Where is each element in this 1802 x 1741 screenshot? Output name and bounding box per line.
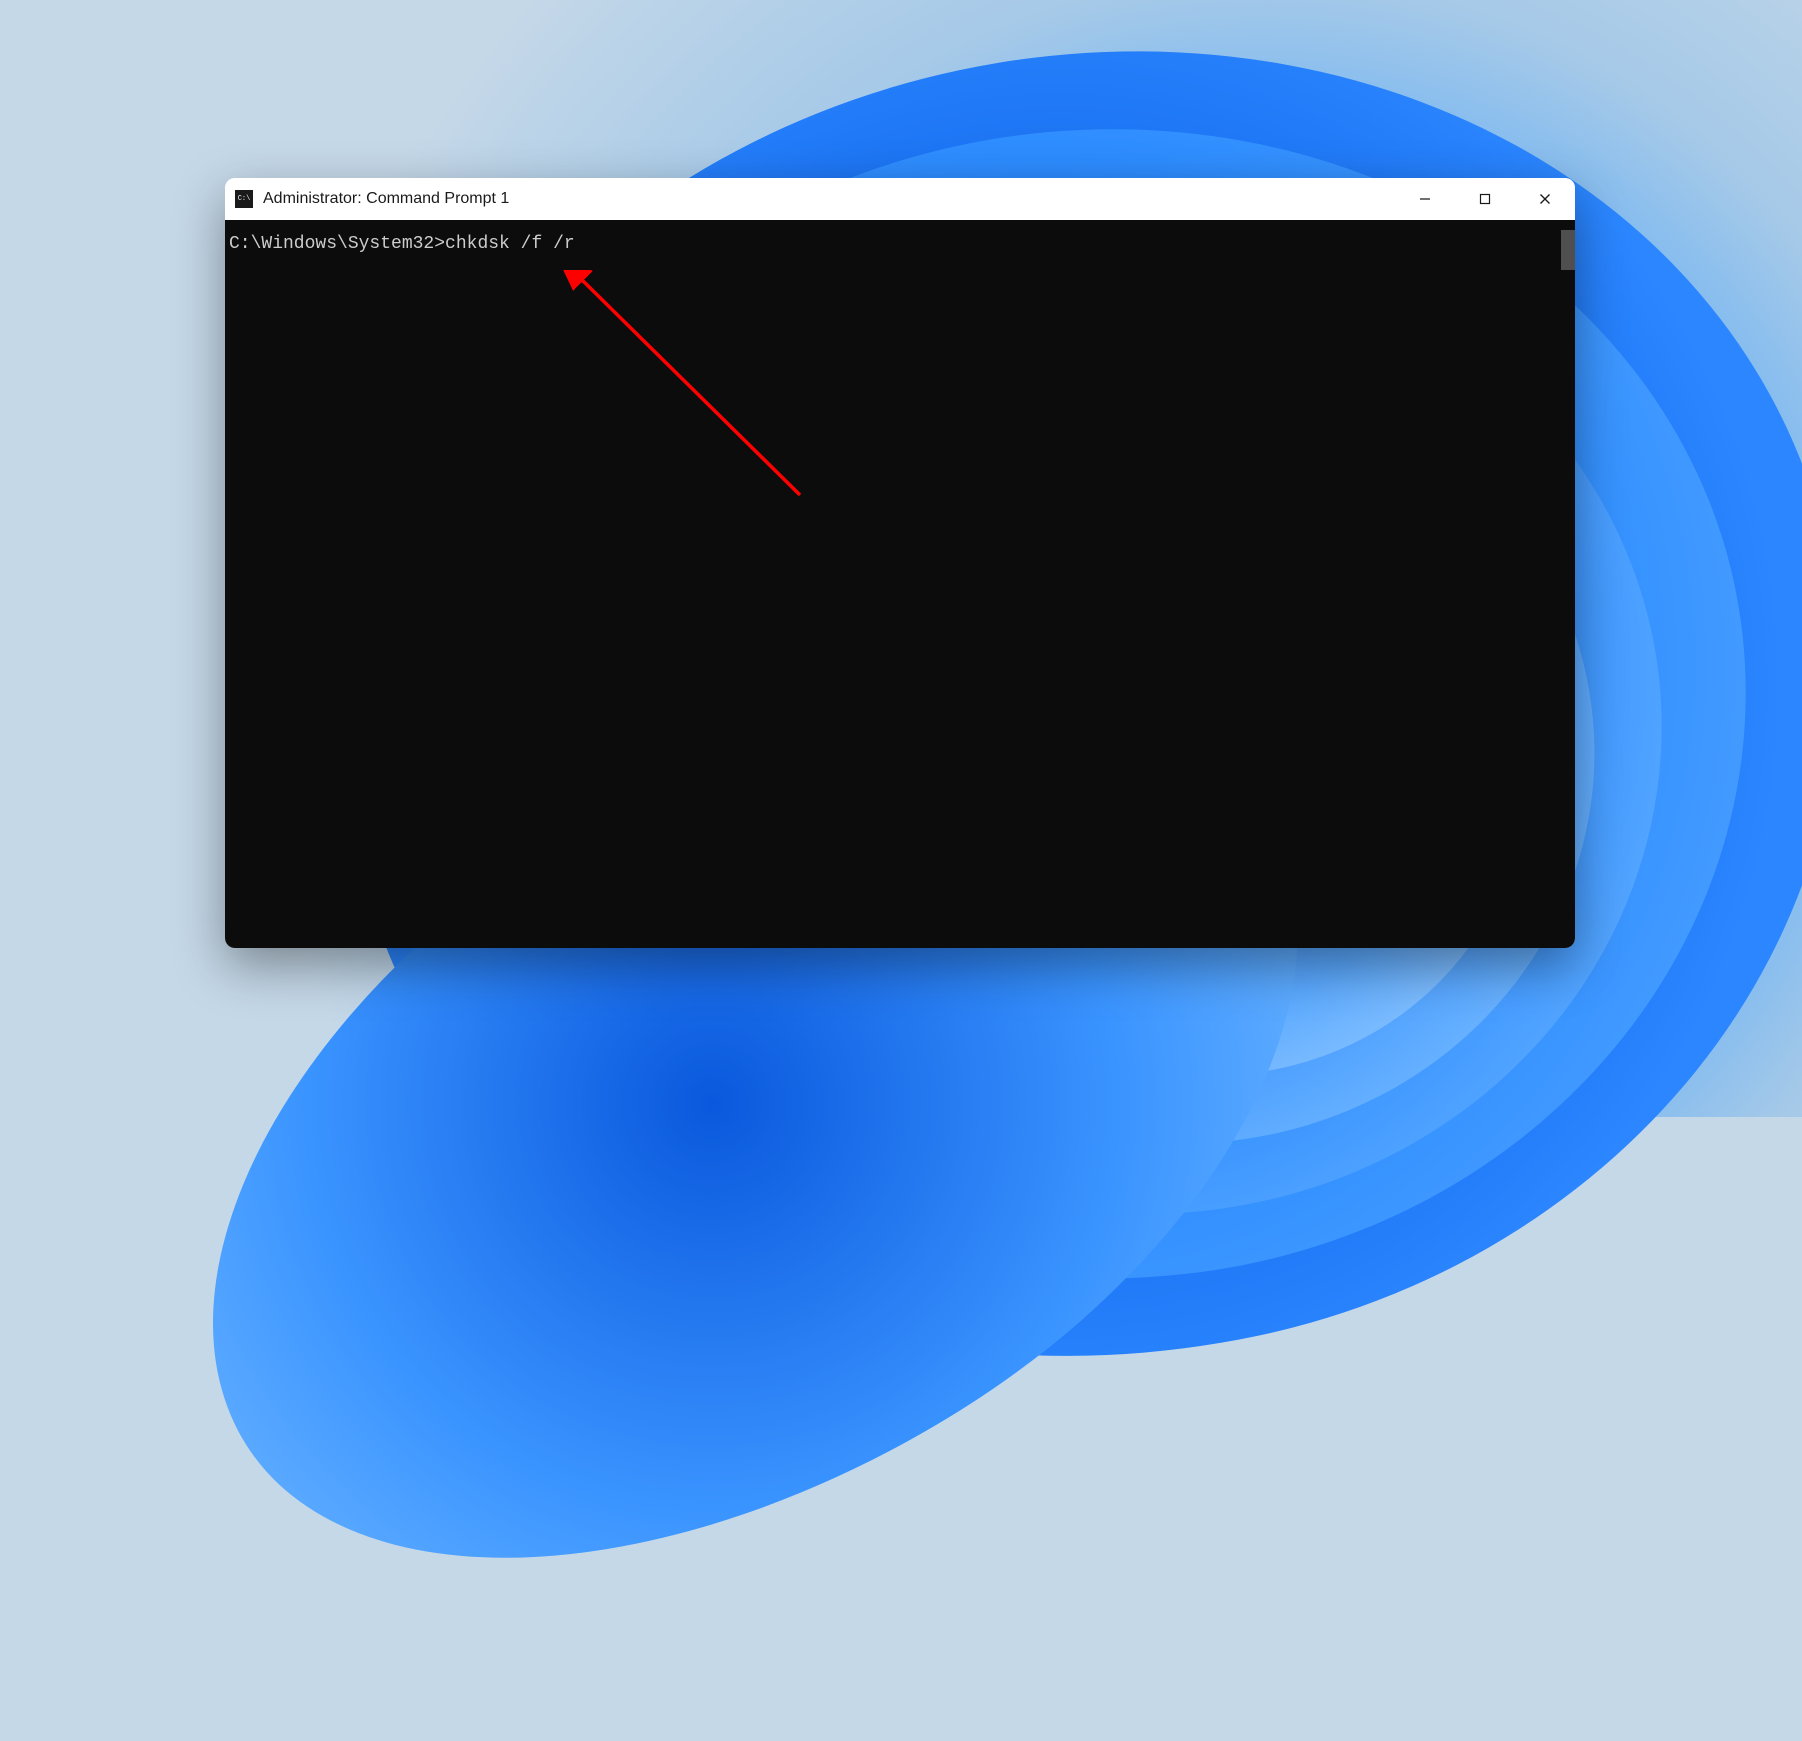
terminal-prompt: C:\Windows\System32> — [229, 234, 445, 254]
command-prompt-window: Administrator: Command Prompt 1 C:\Windo… — [225, 178, 1575, 948]
maximize-icon — [1479, 193, 1491, 205]
command-prompt-icon — [235, 190, 253, 208]
close-button[interactable] — [1515, 178, 1575, 220]
minimize-icon — [1419, 193, 1431, 205]
maximize-button[interactable] — [1455, 178, 1515, 220]
minimize-button[interactable] — [1395, 178, 1455, 220]
terminal-command: chkdsk /f /r — [445, 234, 575, 254]
terminal-body[interactable]: C:\Windows\System32>chkdsk /f /r — [225, 220, 1575, 948]
window-titlebar[interactable]: Administrator: Command Prompt 1 — [225, 178, 1575, 220]
close-icon — [1539, 193, 1551, 205]
terminal-scrollbar[interactable] — [1561, 230, 1575, 270]
window-title: Administrator: Command Prompt 1 — [263, 190, 1395, 208]
window-controls — [1395, 178, 1575, 220]
terminal-line: C:\Windows\System32>chkdsk /f /r — [225, 232, 1575, 256]
